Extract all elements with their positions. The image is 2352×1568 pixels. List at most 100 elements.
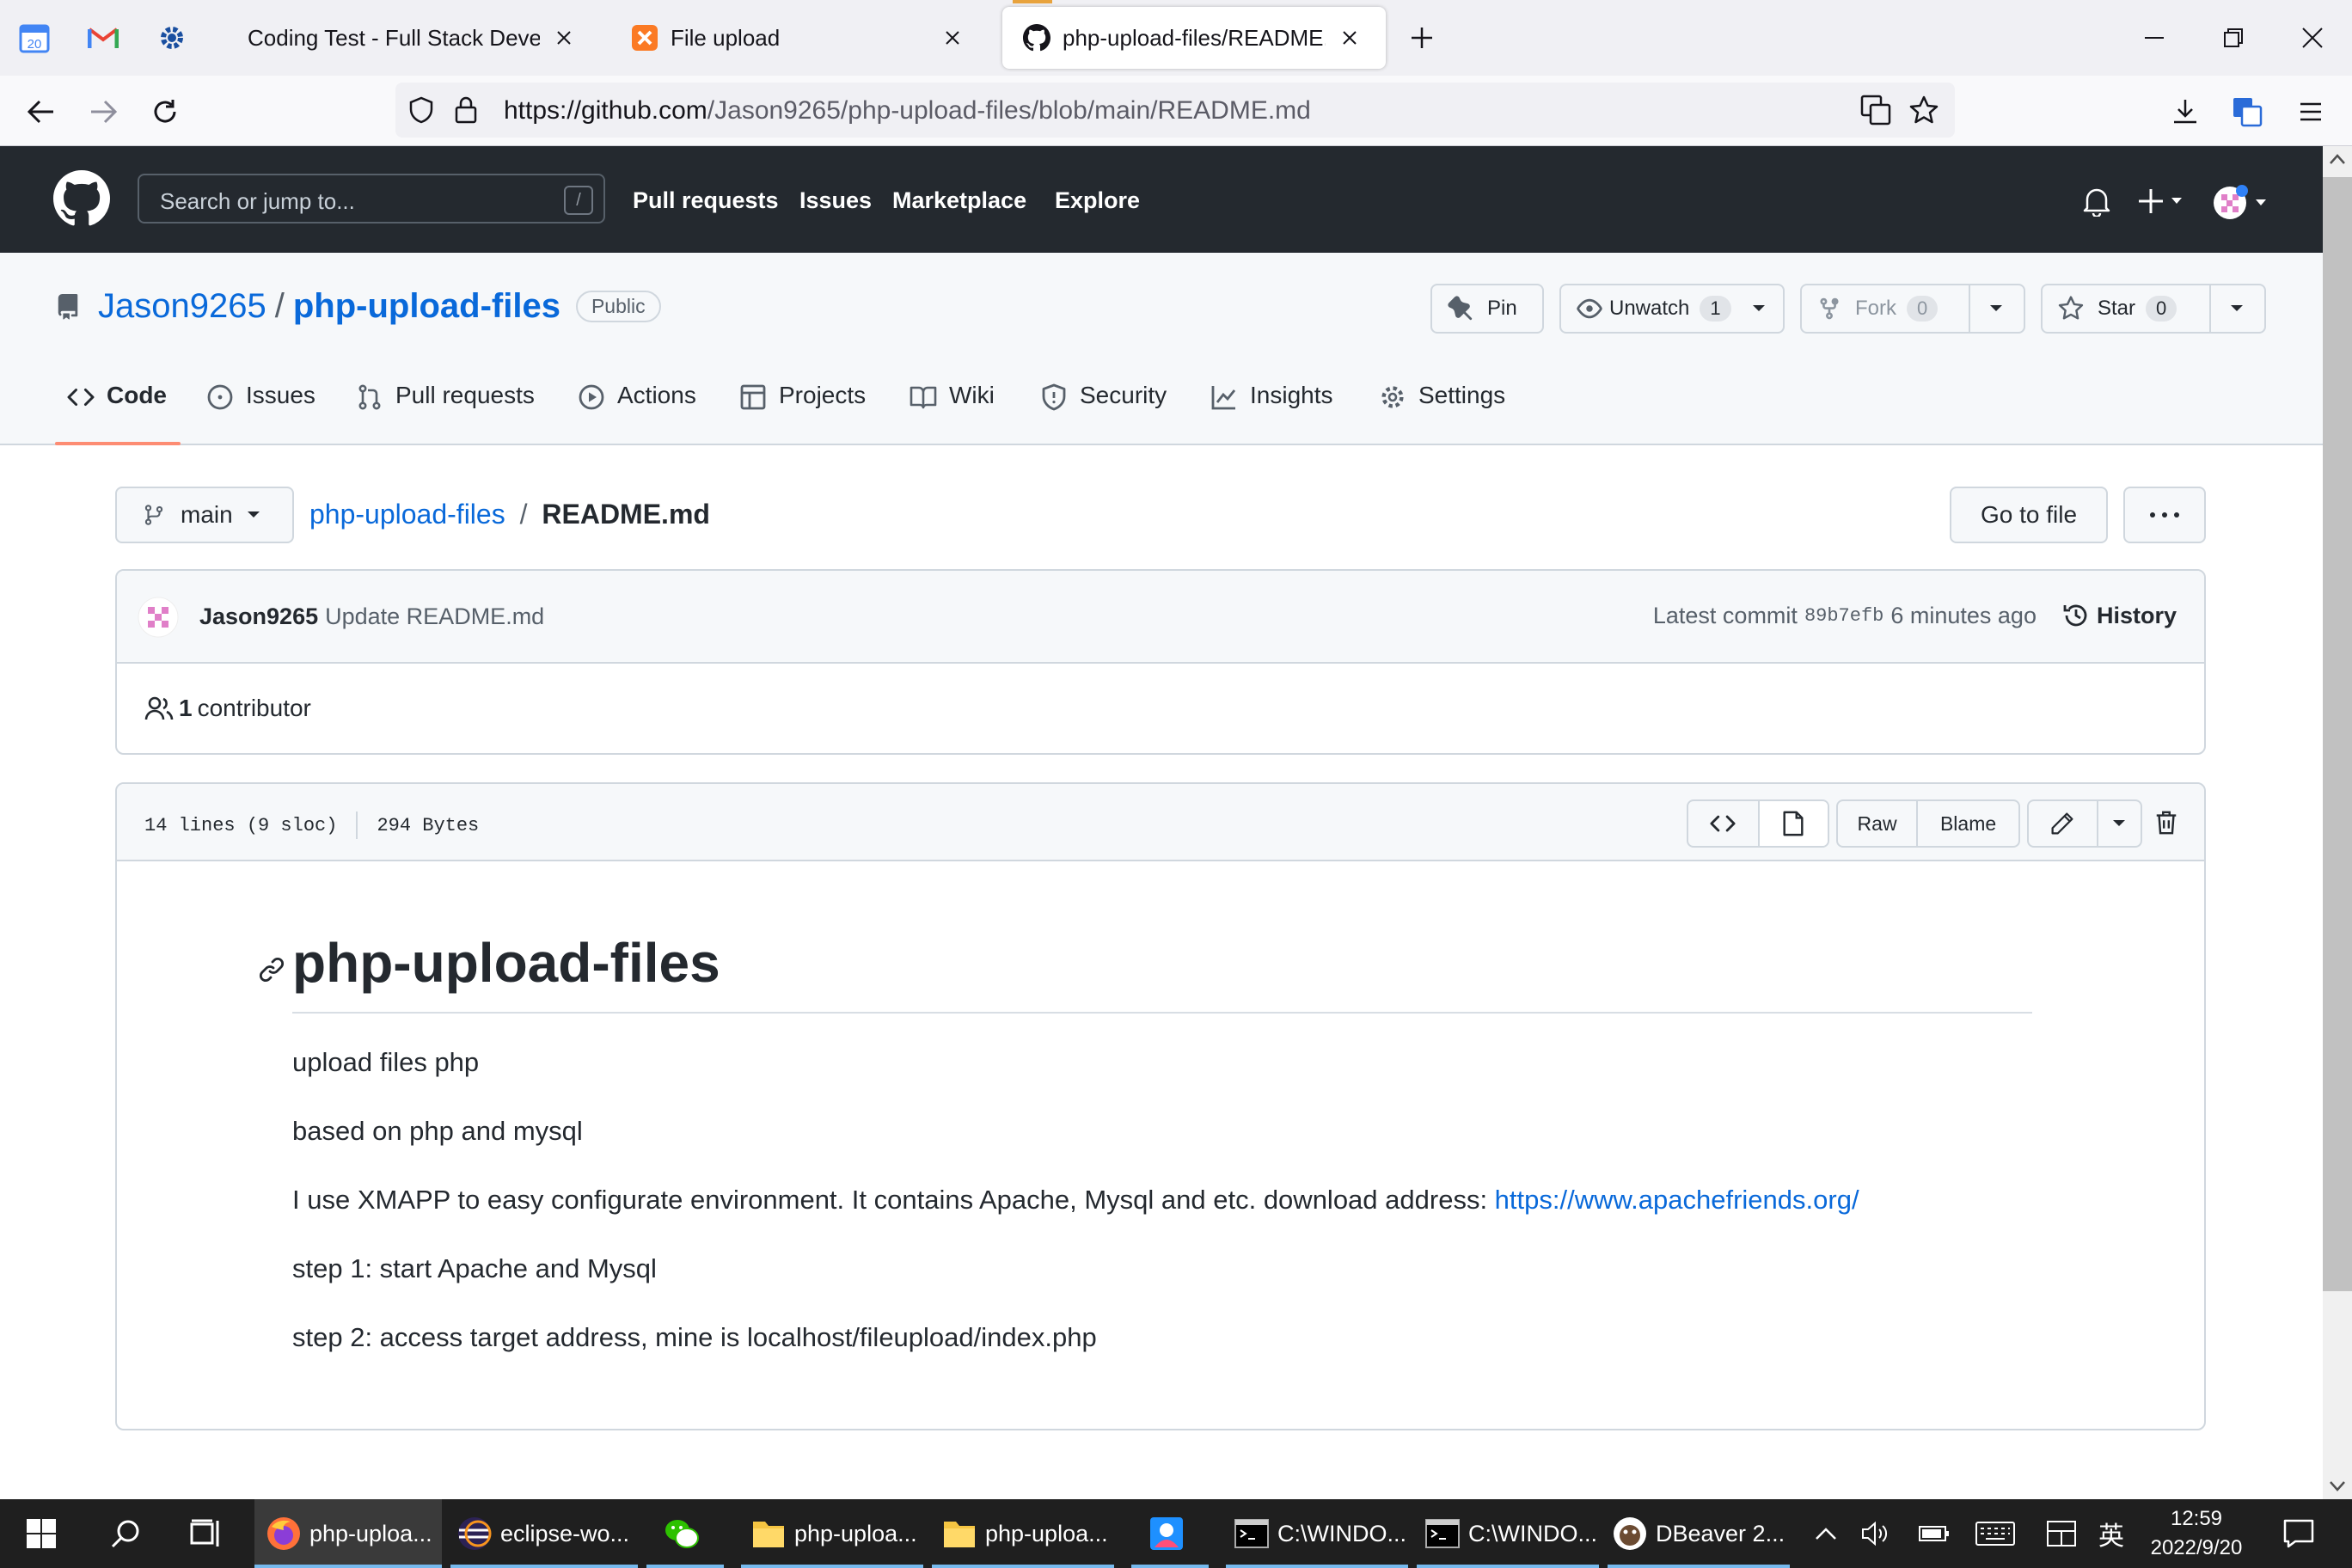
rendered-view-button[interactable] xyxy=(1757,801,1828,846)
apachefriends-link[interactable]: https://www.apachefriends.org/ xyxy=(1495,1185,1859,1215)
tab-pull-requests[interactable]: Pull requests xyxy=(356,382,535,442)
history-label: History xyxy=(2096,602,2177,628)
source-view-button[interactable] xyxy=(1688,801,1758,846)
blame-button[interactable]: Blame xyxy=(1916,801,2018,846)
nav-issues[interactable]: Issues xyxy=(799,187,872,214)
watch-button[interactable]: Unwatch 1 xyxy=(1559,284,1785,334)
tab-wiki[interactable]: Wiki xyxy=(910,382,995,442)
bell-icon[interactable] xyxy=(2082,186,2111,217)
translate-icon[interactable] xyxy=(1860,95,1891,126)
volume-button[interactable] xyxy=(1857,1499,1895,1568)
translate-extension-button[interactable] xyxy=(2225,89,2269,134)
taskbar-app-explorer[interactable]: php-uploa... xyxy=(741,1499,923,1568)
back-button[interactable] xyxy=(19,89,64,134)
reload-button[interactable] xyxy=(143,89,187,134)
git-branch-icon xyxy=(144,505,163,525)
trash-icon[interactable] xyxy=(2154,810,2178,836)
tab-issues[interactable]: Issues xyxy=(206,382,315,442)
scroll-down-arrow-icon[interactable] xyxy=(2330,1480,2345,1492)
avatar-menu-icon[interactable] xyxy=(2211,184,2273,222)
forward-button[interactable] xyxy=(81,89,126,134)
browser-tab-bar: 20 Coding Test - Full Stack Developer Fi… xyxy=(0,0,2352,76)
chevron-down-icon xyxy=(1990,305,2002,311)
tab-security[interactable]: Security xyxy=(1040,382,1167,442)
taskbar-app-cmd[interactable]: C:\WINDO... xyxy=(1226,1499,1408,1568)
nav-marketplace[interactable]: Marketplace xyxy=(892,187,1026,214)
create-new-icon[interactable] xyxy=(2139,187,2185,215)
contributors-link[interactable]: 1 contributor xyxy=(144,695,311,722)
taskbar-app-explorer[interactable]: php-uploa... xyxy=(932,1499,1114,1568)
new-tab-button[interactable] xyxy=(1398,14,1446,62)
ime-language-indicator[interactable]: 英 xyxy=(2092,1499,2130,1568)
taskbar-app-wechat[interactable] xyxy=(646,1499,724,1568)
close-window-button[interactable] xyxy=(2273,0,2352,76)
clock[interactable]: 12:59 2022/9/20 xyxy=(2132,1504,2261,1563)
taskbar-app-firefox[interactable]: php-uploa... xyxy=(254,1499,442,1568)
taskbar-app-photos[interactable] xyxy=(1131,1499,1209,1568)
history-link[interactable]: History xyxy=(2062,602,2177,629)
tab-coding-test[interactable]: Coding Test - Full Stack Developer xyxy=(227,7,600,69)
edit-dropdown-button[interactable] xyxy=(2096,801,2141,846)
battery-button[interactable] xyxy=(1914,1499,1955,1568)
menu-button[interactable] xyxy=(2288,89,2333,134)
taskbar-app-eclipse[interactable]: eclipse-wo... xyxy=(450,1499,638,1568)
minimize-button[interactable] xyxy=(2115,0,2194,76)
tab-insights[interactable]: Insights xyxy=(1210,382,1333,442)
commit-sha[interactable]: 89b7efb xyxy=(1804,605,1883,627)
close-tab-icon[interactable] xyxy=(1334,22,1365,53)
tab-settings[interactable]: Settings xyxy=(1379,382,1505,442)
github-logo-icon[interactable] xyxy=(53,170,110,227)
breadcrumb-repo-link[interactable]: php-upload-files xyxy=(309,499,505,530)
more-options-button[interactable] xyxy=(2123,487,2206,543)
raw-button[interactable]: Raw xyxy=(1838,801,1916,846)
author-avatar[interactable] xyxy=(138,597,179,638)
tab-file-upload[interactable]: File upload xyxy=(610,7,989,69)
pinned-tab-gmail[interactable] xyxy=(79,14,127,62)
app-open-indicator xyxy=(646,1565,724,1568)
touch-keyboard-button[interactable] xyxy=(1972,1499,2018,1568)
show-hidden-icons-button[interactable] xyxy=(1807,1499,1845,1568)
tab-label: Wiki xyxy=(949,382,995,408)
notification-center-button[interactable] xyxy=(2273,1499,2324,1568)
tab-code[interactable]: Code xyxy=(67,382,167,442)
file-header: 14 lines (9 sloc) 294 Bytes Raw Blame xyxy=(117,784,2204,861)
taskbar-app-dbeaver[interactable]: DBeaver 2... xyxy=(1608,1499,1790,1568)
commit-message[interactable]: Update README.md xyxy=(325,603,544,630)
commit-author[interactable]: Jason9265 xyxy=(199,603,318,630)
edit-button[interactable] xyxy=(2029,801,2097,846)
link-icon[interactable] xyxy=(258,956,285,983)
url-bar[interactable]: https://github.com/Jason9265/php-upload-… xyxy=(395,83,1955,138)
browser-nav-bar: https://github.com/Jason9265/php-upload-… xyxy=(0,76,2352,146)
windows-logo-icon xyxy=(27,1519,56,1548)
repo-owner-link[interactable]: Jason9265 xyxy=(98,287,266,326)
search-button[interactable] xyxy=(101,1499,150,1568)
star-button[interactable]: Star 0 xyxy=(2041,284,2266,334)
chevron-down-icon xyxy=(2231,305,2243,311)
pin-button[interactable]: Pin xyxy=(1430,284,1544,334)
downloads-button[interactable] xyxy=(2163,89,2208,134)
nav-pull-requests[interactable]: Pull requests xyxy=(633,187,779,214)
taskbar-app-label: php-uploa... xyxy=(794,1520,917,1547)
close-tab-icon[interactable] xyxy=(548,22,579,53)
fork-button[interactable]: Fork 0 xyxy=(1800,284,2025,334)
start-button[interactable] xyxy=(19,1499,64,1568)
taskbar-app-label: php-uploa... xyxy=(985,1520,1108,1547)
github-search-input[interactable]: Search or jump to... / xyxy=(138,174,605,224)
tab-readme[interactable]: php-upload-files/README.md xyxy=(1002,7,1386,69)
branch-selector[interactable]: main xyxy=(115,487,294,543)
bookmark-star-icon[interactable] xyxy=(1908,95,1939,126)
nav-explore[interactable]: Explore xyxy=(1055,187,1140,214)
close-tab-icon[interactable] xyxy=(937,22,968,53)
go-to-file-button[interactable]: Go to file xyxy=(1950,487,2108,543)
taskbar-app-cmd[interactable]: C:\WINDO... xyxy=(1417,1499,1599,1568)
tab-actions[interactable]: Actions xyxy=(578,382,696,442)
tab-projects[interactable]: Projects xyxy=(739,382,866,442)
scrollbar-thumb[interactable] xyxy=(2323,177,2352,1291)
task-view-button[interactable] xyxy=(182,1499,230,1568)
scroll-up-arrow-icon[interactable] xyxy=(2330,153,2345,165)
pinned-tab-settings[interactable] xyxy=(148,14,196,62)
repo-name-link[interactable]: php-upload-files xyxy=(293,287,560,326)
restore-button[interactable] xyxy=(2194,0,2273,76)
input-mode-button[interactable] xyxy=(2041,1499,2082,1568)
pinned-tab-calendar[interactable]: 20 xyxy=(10,14,58,62)
